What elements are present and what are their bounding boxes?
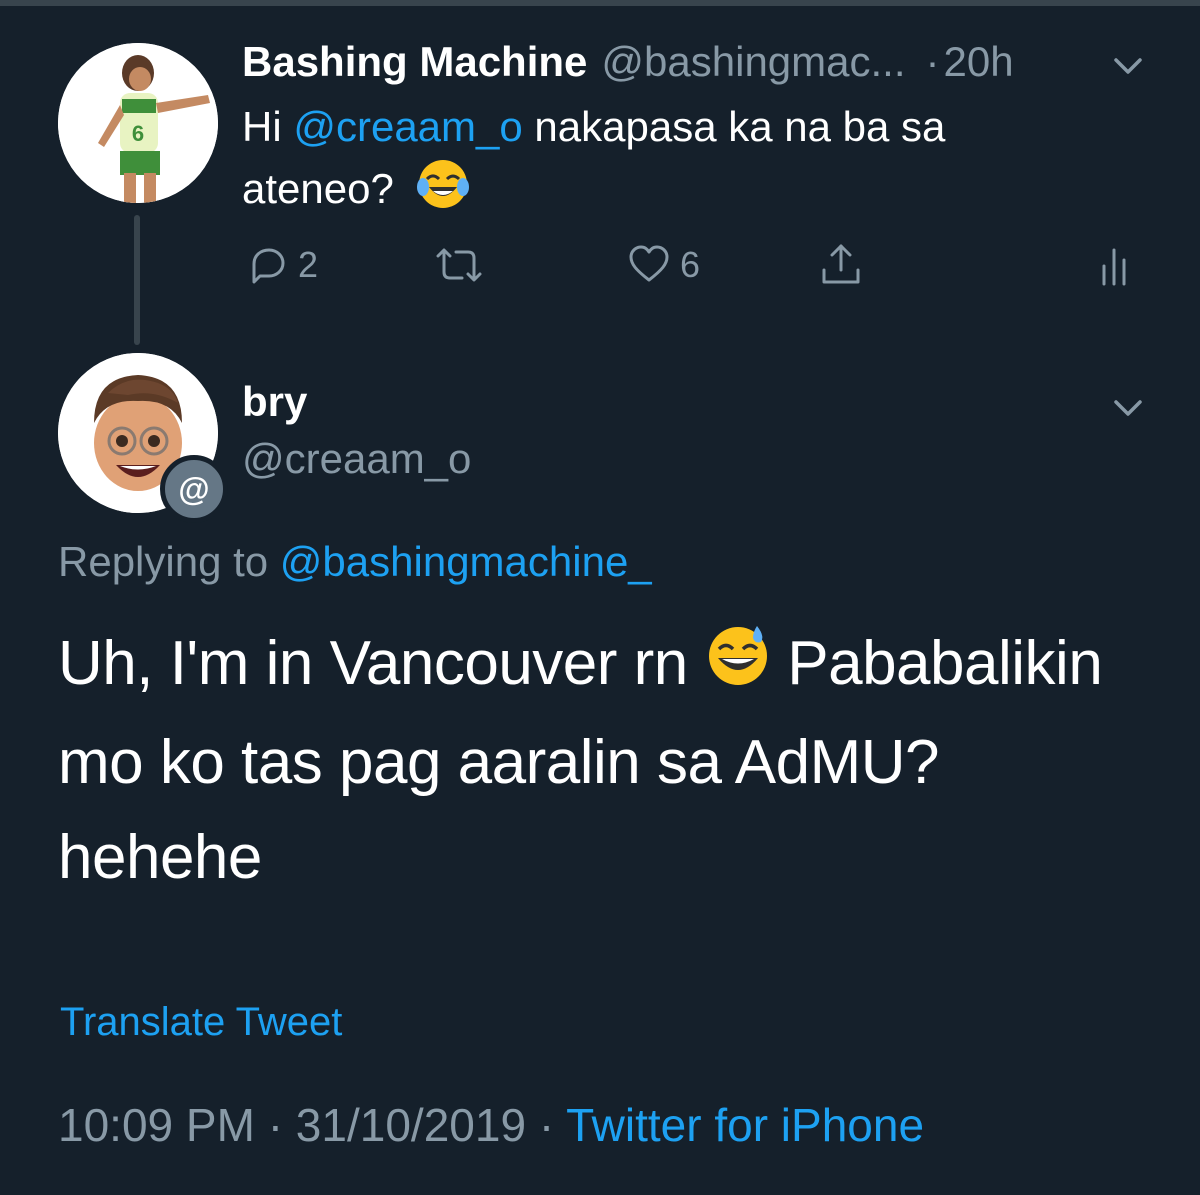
parent-text-before: Hi: [242, 103, 294, 150]
grinning-sweat-emoji-icon: [705, 620, 771, 715]
analytics-action[interactable]: [1098, 240, 1132, 290]
meta-separator-1: ·: [267, 1099, 284, 1151]
like-count: 6: [680, 244, 701, 285]
translate-tweet-link[interactable]: Translate Tweet: [60, 1000, 342, 1045]
parent-chevron-down-icon[interactable]: [1108, 46, 1148, 86]
svg-text:6: 6: [132, 121, 144, 146]
reply-count: 2: [298, 244, 319, 285]
parent-tweet-header: Bashing Machine @bashingmac... · 20h: [242, 38, 1014, 86]
reply-handle[interactable]: @creaam_o: [242, 435, 471, 483]
parent-text-after: nakapasa ka na ba sa: [522, 103, 946, 150]
share-action[interactable]: [816, 240, 866, 290]
reply-text-line3: hehehe: [58, 823, 262, 893]
reply-text-line2: mo ko tas pag aaralin sa AdMU?: [58, 728, 940, 798]
heart-icon: [629, 245, 669, 282]
tweet-time[interactable]: 10:09 PM: [58, 1099, 255, 1151]
reply-action[interactable]: 2: [244, 240, 318, 290]
reply-icon: [252, 248, 285, 284]
share-icon: [822, 244, 860, 284]
analytics-icon: [1102, 248, 1126, 286]
meta-separator-2: ·: [538, 1099, 555, 1151]
top-divider: [0, 0, 1200, 6]
replying-to-label: Replying to: [58, 538, 280, 585]
parent-time[interactable]: 20h: [944, 38, 1014, 86]
thread-connector-line: [134, 215, 140, 345]
mention-badge: @: [160, 455, 228, 523]
parent-tweet-text: Hi @creaam_o nakapasa ka na ba sa ateneo…: [242, 97, 1142, 227]
replying-to-line: Replying to @bashingmachine_: [58, 538, 652, 586]
time-separator: ·: [925, 38, 940, 85]
reply-display-name[interactable]: bry: [242, 378, 307, 426]
like-action[interactable]: 6: [626, 240, 700, 290]
retweet-action[interactable]: [432, 240, 494, 290]
reply-tweet-text: Uh, I'm in Vancouver rn Pababalikin mo k…: [58, 616, 1158, 905]
parent-mention-link[interactable]: @creaam_o: [293, 103, 522, 150]
retweet-icon: [436, 248, 482, 282]
reply-text-line1-a: Uh, I'm in Vancouver rn: [58, 629, 705, 698]
reply-chevron-down-icon[interactable]: [1108, 388, 1148, 428]
parent-avatar[interactable]: 6: [58, 43, 218, 203]
parent-text-line2: ateneo?: [242, 165, 394, 213]
parent-display-name[interactable]: Bashing Machine: [242, 38, 587, 86]
volleyball-player-image: 6: [58, 43, 218, 203]
tears-of-joy-emoji-icon: [416, 157, 470, 227]
parent-handle[interactable]: @bashingmac...: [601, 38, 905, 86]
tweet-date[interactable]: 31/10/2019: [296, 1099, 526, 1151]
replying-to-handle-link[interactable]: @bashingmachine_: [280, 538, 652, 585]
reply-text-line1-b: Pababalikin: [770, 629, 1103, 698]
tweet-meta-line: 10:09 PM · 31/10/2019 · Twitter for iPho…: [58, 1098, 924, 1152]
tweet-source-link[interactable]: Twitter for iPhone: [566, 1099, 924, 1151]
